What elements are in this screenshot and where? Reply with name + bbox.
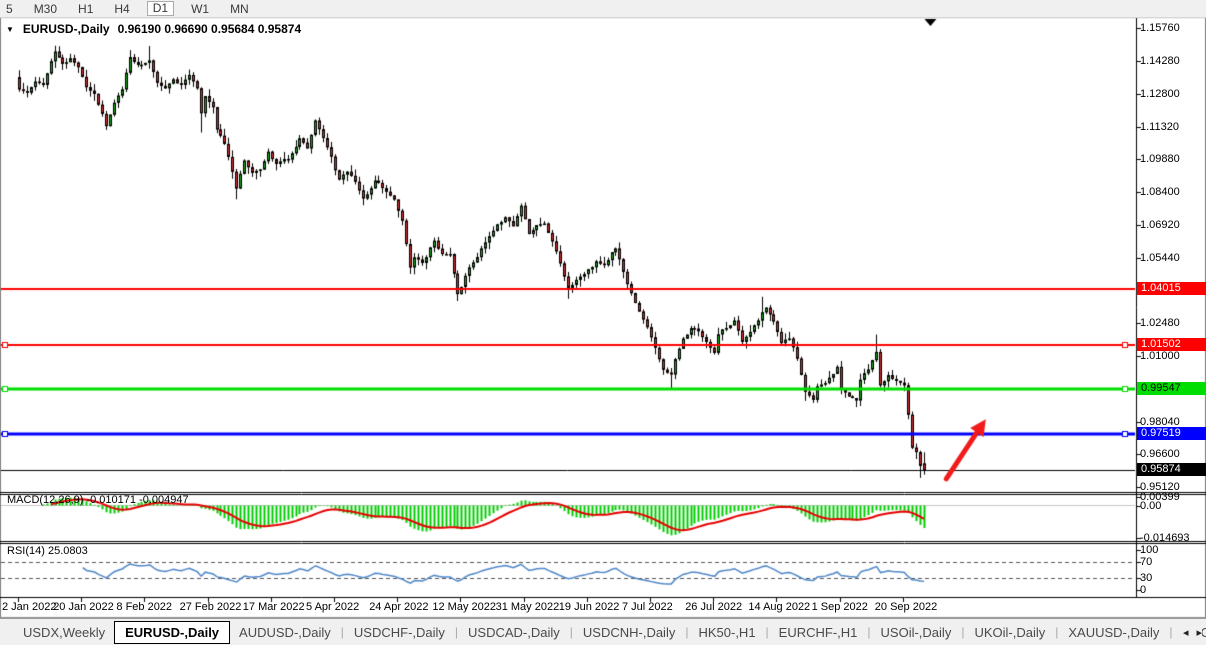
date-axis-label: 5 Apr 2022 — [306, 601, 359, 613]
price-axis-label: 1.01000 — [1140, 350, 1180, 362]
tab-hk50-h1[interactable]: HK50-,H1 — [689, 621, 764, 644]
hline-price-label: 1.01502 — [1137, 338, 1206, 351]
tab-scroll-controls: ◂▸ — [1177, 619, 1202, 645]
date-axis-label: 7 Jul 2022 — [622, 601, 673, 613]
price-axis-label: 1.09880 — [1140, 153, 1180, 165]
date-axis-label: 20 Sep 2022 — [875, 601, 937, 613]
rsi-axis-label: 70 — [1140, 556, 1152, 568]
price-axis-label: 1.08400 — [1140, 186, 1180, 198]
rsi-axis-label: 30 — [1140, 572, 1152, 584]
tab-scroll-left-icon[interactable]: ◂ — [1183, 626, 1189, 639]
rsi-axis-label: 0 — [1140, 584, 1146, 596]
price-axis-label: 1.12800 — [1140, 88, 1180, 100]
timeframe-button-h4[interactable]: H4 — [110, 2, 133, 16]
date-axis-label: 2 Jan 2022 — [2, 601, 56, 613]
macd-axis-label: -0.014693 — [1140, 532, 1190, 544]
date-axis-label: 17 Mar 2022 — [243, 601, 305, 613]
rsi-indicator-label: RSI(14) 25.0803 — [7, 545, 88, 557]
date-axis-label: 12 May 2022 — [432, 601, 496, 613]
symbol-tabbar: USDX,WeeklyEURUSD-,DailyAUDUSD-,Daily|US… — [0, 618, 1206, 645]
rsi-axis-label: 100 — [1140, 544, 1158, 556]
trading-terminal: { "toolbar": { "timeframes": ["5", "M30"… — [0, 0, 1206, 645]
date-axis-label: 19 Jun 2022 — [559, 601, 620, 613]
date-axis-label: 26 Jul 2022 — [685, 601, 742, 613]
hline-price-label: 0.97519 — [1137, 427, 1206, 440]
tab-scroll-right-icon[interactable]: ▸ — [1196, 626, 1202, 639]
chart-canvas[interactable] — [0, 0, 1206, 645]
timeframe-toolbar: 5 M30 H1 H4 D1 W1 MN — [0, 0, 1206, 18]
current-price-label: 0.95874 — [1137, 463, 1206, 476]
date-axis-label: 24 Apr 2022 — [369, 601, 428, 613]
date-axis-label: 1 Sep 2022 — [812, 601, 868, 613]
tab-usdcnh-daily[interactable]: USDCNH-,Daily — [574, 621, 684, 644]
timeframe-button-d1[interactable]: D1 — [147, 1, 174, 16]
timeframe-button-h1[interactable]: H1 — [74, 2, 97, 16]
price-axis-label: 1.11320 — [1140, 121, 1179, 133]
macd-indicator-label: MACD(12,26,9) -0.010171 -0.004947 — [7, 494, 189, 506]
tab-usoil-daily[interactable]: USOil-,Daily — [872, 621, 961, 644]
tab-ukoil-daily[interactable]: UKOil-,Daily — [965, 621, 1054, 644]
tab-usdchf-daily[interactable]: USDCHF-,Daily — [345, 621, 454, 644]
tab-usdx-weekly[interactable]: USDX,Weekly — [14, 621, 114, 644]
price-axis-label: 0.96600 — [1140, 448, 1180, 460]
tab-audusd-daily[interactable]: AUDUSD-,Daily — [230, 621, 340, 644]
chart-title-row: ▼ EURUSD-,Daily 0.96190 0.96690 0.95684 … — [6, 22, 301, 36]
timeframe-button-mn[interactable]: MN — [226, 2, 253, 16]
date-axis-label: 20 Jan 2022 — [53, 601, 114, 613]
date-axis-label: 14 Aug 2022 — [748, 601, 810, 613]
tab-xauusd-daily[interactable]: XAUUSD-,Daily — [1059, 621, 1168, 644]
price-axis-label: 1.02480 — [1140, 317, 1180, 329]
date-axis-label: 8 Feb 2022 — [116, 601, 172, 613]
macd-axis-label: 0.00 — [1140, 500, 1161, 512]
timeframe-button-5[interactable]: 5 — [2, 2, 17, 16]
date-axis-label: 27 Feb 2022 — [180, 601, 242, 613]
price-axis-label: 1.14280 — [1140, 55, 1180, 67]
timeframe-button-w1[interactable]: W1 — [187, 2, 213, 16]
tab-eurchf-h1[interactable]: EURCHF-,H1 — [770, 621, 867, 644]
tab-usdcad-daily[interactable]: USDCAD-,Daily — [459, 621, 569, 644]
tab-eurusd-daily[interactable]: EURUSD-,Daily — [114, 621, 230, 644]
price-axis-label: 1.05440 — [1140, 252, 1180, 264]
hline-price-label: 0.99547 — [1137, 382, 1206, 395]
symbol-dropdown-icon[interactable]: ▼ — [6, 25, 14, 34]
date-axis-label: 31 May 2022 — [496, 601, 560, 613]
timeframe-button-m30[interactable]: M30 — [30, 2, 61, 16]
price-axis-label: 1.06920 — [1140, 219, 1180, 231]
price-axis-label: 1.15760 — [1140, 22, 1180, 34]
chart-title: EURUSD-,Daily — [23, 22, 110, 36]
chart-ohlc-values: 0.96190 0.96690 0.95684 0.95874 — [118, 22, 302, 36]
hline-price-label: 1.04015 — [1137, 282, 1206, 295]
